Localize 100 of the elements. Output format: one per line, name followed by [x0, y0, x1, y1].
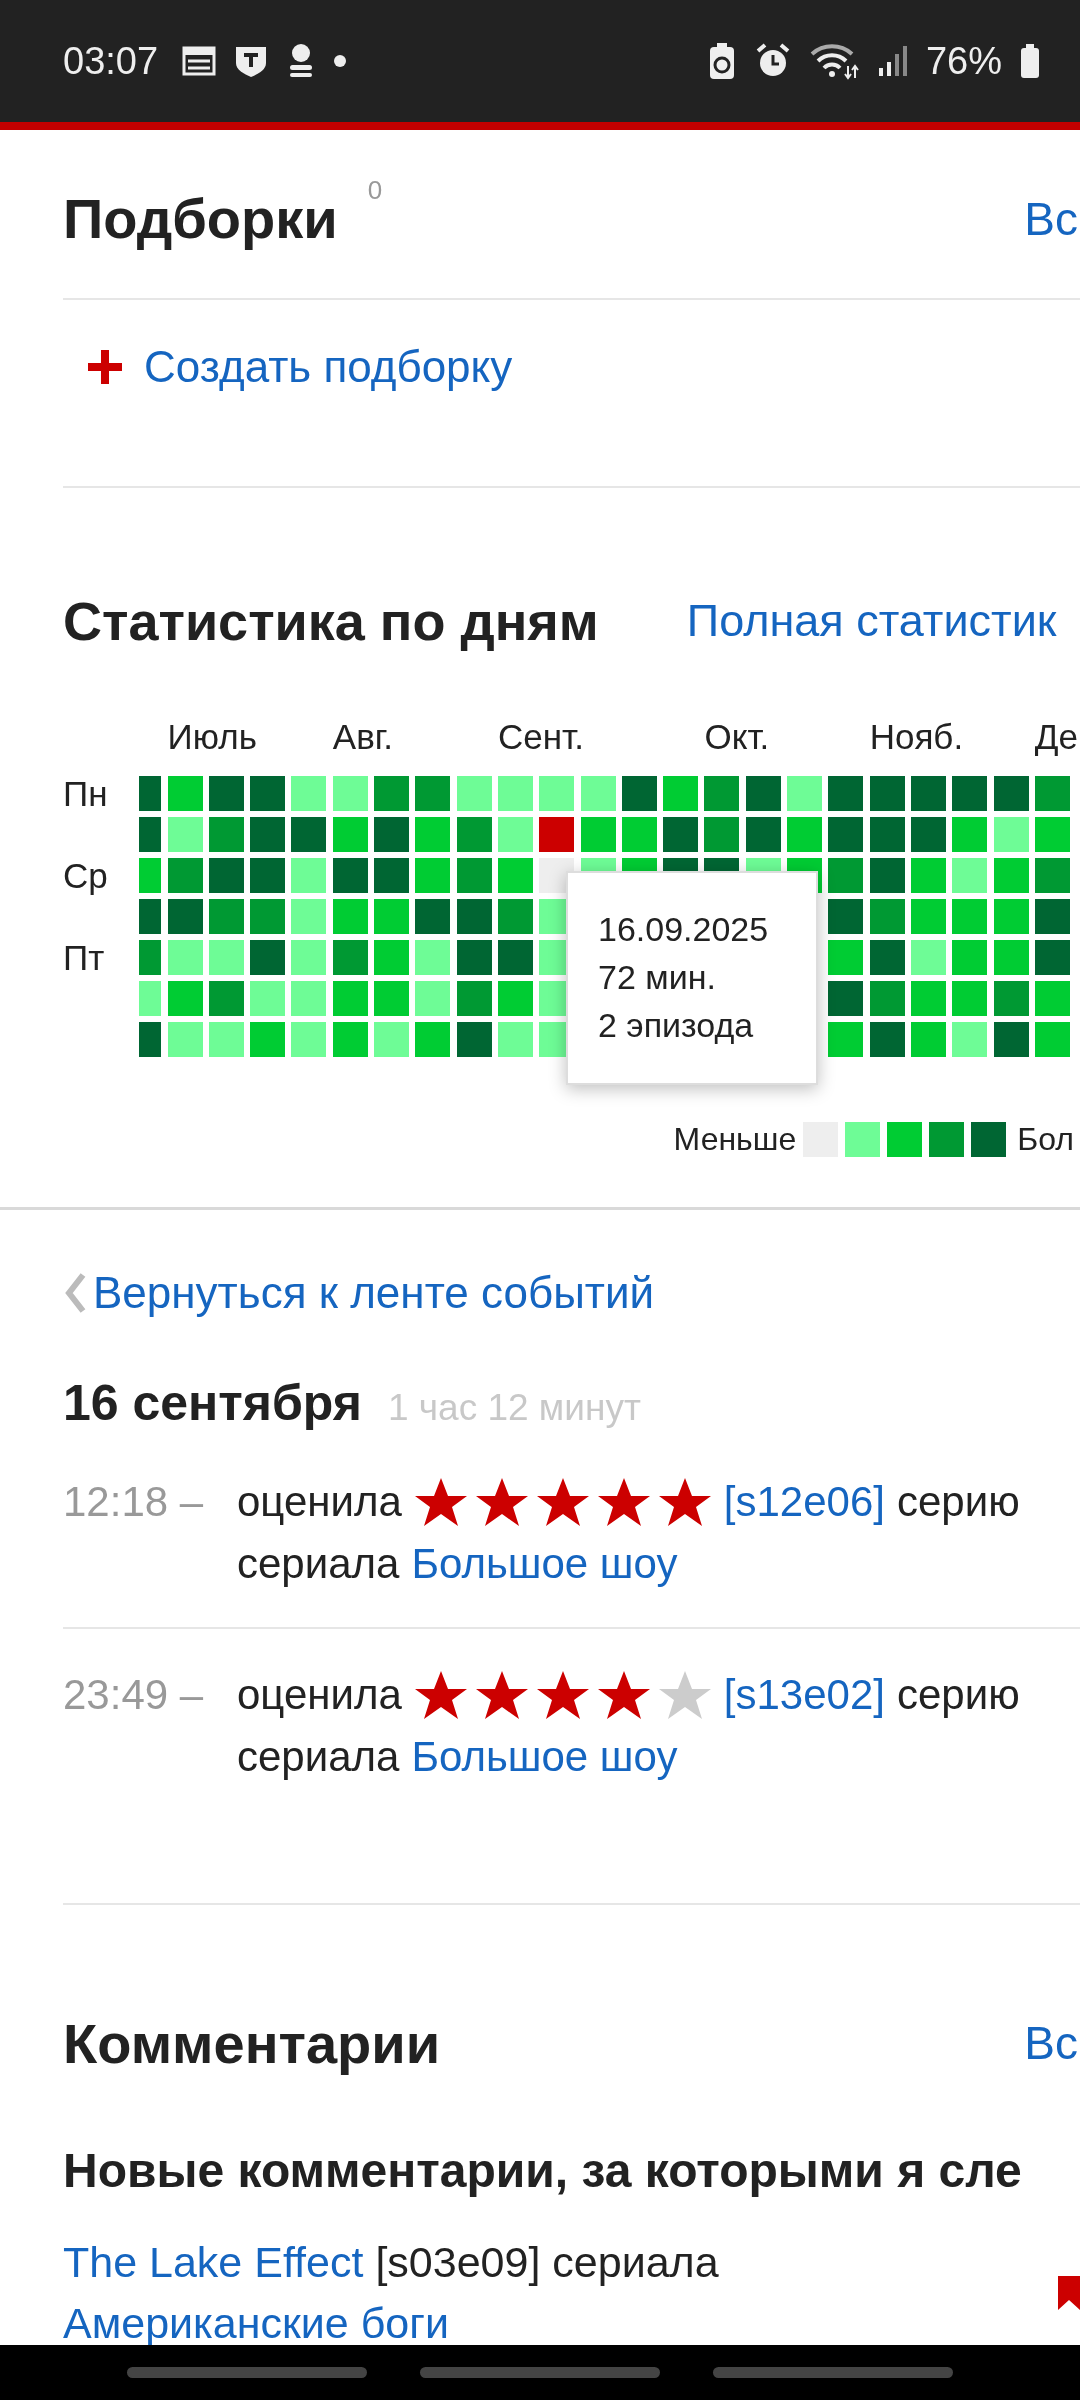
day-cell[interactable] — [456, 776, 492, 811]
day-cell[interactable] — [580, 776, 616, 811]
day-cell[interactable] — [250, 858, 286, 893]
day-cell[interactable] — [1034, 858, 1070, 893]
day-cell[interactable] — [291, 1022, 327, 1057]
day-cell[interactable] — [869, 899, 905, 934]
day-cell[interactable] — [869, 776, 905, 811]
show-link[interactable]: Большое шоу — [411, 1733, 678, 1781]
day-cell[interactable] — [456, 817, 492, 852]
day-cell[interactable] — [374, 1022, 410, 1057]
day-cell[interactable] — [993, 899, 1029, 934]
day-cell[interactable] — [497, 899, 533, 934]
day-cell[interactable] — [208, 899, 244, 934]
day-cell[interactable] — [952, 858, 988, 893]
all-link[interactable]: Вс — [1024, 184, 1078, 254]
day-cell[interactable] — [250, 981, 286, 1016]
day-cell[interactable] — [1034, 1022, 1070, 1057]
day-cell[interactable] — [374, 817, 410, 852]
day-cell[interactable] — [828, 940, 864, 975]
day-cell[interactable] — [910, 776, 946, 811]
day-cell[interactable] — [828, 858, 864, 893]
day-cell[interactable] — [332, 899, 368, 934]
day-cell[interactable] — [415, 981, 451, 1016]
day-cell[interactable] — [415, 858, 451, 893]
day-cell[interactable] — [415, 1022, 451, 1057]
all-link[interactable]: Вс — [1024, 2016, 1078, 2070]
day-cell[interactable] — [993, 981, 1029, 1016]
day-cell[interactable] — [704, 817, 740, 852]
day-cell[interactable] — [374, 776, 410, 811]
day-cell[interactable] — [869, 817, 905, 852]
day-cell[interactable] — [663, 817, 699, 852]
create-collection-link[interactable]: Создать подборку — [144, 342, 513, 392]
day-cell[interactable] — [704, 776, 740, 811]
day-cell[interactable] — [208, 1022, 244, 1057]
day-cell[interactable] — [787, 776, 823, 811]
episode-link[interactable]: [s13e02] — [723, 1671, 885, 1719]
day-cell[interactable] — [139, 940, 162, 975]
day-cell[interactable] — [1034, 817, 1070, 852]
day-cell[interactable] — [332, 858, 368, 893]
nav-handle[interactable] — [126, 2367, 367, 2378]
day-cell[interactable] — [167, 981, 203, 1016]
day-cell[interactable] — [828, 817, 864, 852]
day-cell[interactable] — [993, 858, 1029, 893]
day-cell[interactable] — [952, 776, 988, 811]
day-cell[interactable] — [208, 981, 244, 1016]
day-cell[interactable] — [167, 940, 203, 975]
day-cell[interactable] — [910, 940, 946, 975]
day-cell[interactable] — [374, 981, 410, 1016]
day-cell[interactable] — [167, 858, 203, 893]
day-cell[interactable] — [828, 981, 864, 1016]
day-cell[interactable] — [415, 899, 451, 934]
day-cell[interactable] — [332, 1022, 368, 1057]
day-cell[interactable] — [910, 899, 946, 934]
day-cell[interactable] — [952, 817, 988, 852]
day-cell[interactable] — [374, 858, 410, 893]
day-cell[interactable] — [663, 776, 699, 811]
day-cell[interactable] — [993, 817, 1029, 852]
day-cell[interactable] — [952, 940, 988, 975]
day-cell[interactable] — [456, 899, 492, 934]
day-cell[interactable] — [456, 858, 492, 893]
day-cell[interactable] — [952, 981, 988, 1016]
day-cell[interactable] — [208, 940, 244, 975]
day-cell[interactable] — [910, 858, 946, 893]
show-link[interactable]: Американские боги — [63, 2301, 449, 2345]
day-cell[interactable] — [787, 817, 823, 852]
day-cell[interactable] — [539, 776, 575, 811]
day-cell[interactable] — [374, 899, 410, 934]
nav-handle[interactable] — [420, 2367, 660, 2378]
day-cell[interactable] — [456, 981, 492, 1016]
day-cell[interactable] — [828, 776, 864, 811]
day-cell[interactable] — [621, 817, 657, 852]
day-cell[interactable] — [869, 940, 905, 975]
day-cell[interactable] — [539, 817, 575, 852]
day-cell[interactable] — [580, 817, 616, 852]
day-cell[interactable] — [415, 940, 451, 975]
day-cell[interactable] — [910, 817, 946, 852]
day-cell[interactable] — [993, 776, 1029, 811]
day-cell[interactable] — [1034, 940, 1070, 975]
day-cell[interactable] — [139, 858, 162, 893]
day-cell[interactable] — [869, 981, 905, 1016]
day-cell[interactable] — [1034, 776, 1070, 811]
day-cell[interactable] — [250, 776, 286, 811]
day-cell[interactable] — [745, 776, 781, 811]
day-cell[interactable] — [139, 817, 162, 852]
day-cell[interactable] — [332, 940, 368, 975]
day-cell[interactable] — [828, 1022, 864, 1057]
day-cell[interactable] — [291, 899, 327, 934]
day-cell[interactable] — [869, 858, 905, 893]
day-cell[interactable] — [374, 940, 410, 975]
day-cell[interactable] — [139, 899, 162, 934]
episode-link[interactable]: The Lake Effect — [63, 2240, 364, 2284]
day-cell[interactable] — [497, 1022, 533, 1057]
day-cell[interactable] — [167, 1022, 203, 1057]
full-stats-link[interactable]: Полная статистик — [686, 595, 1057, 647]
day-cell[interactable] — [250, 940, 286, 975]
day-cell[interactable] — [139, 776, 162, 811]
day-cell[interactable] — [497, 940, 533, 975]
day-cell[interactable] — [167, 817, 203, 852]
day-cell[interactable] — [497, 817, 533, 852]
day-cell[interactable] — [993, 940, 1029, 975]
